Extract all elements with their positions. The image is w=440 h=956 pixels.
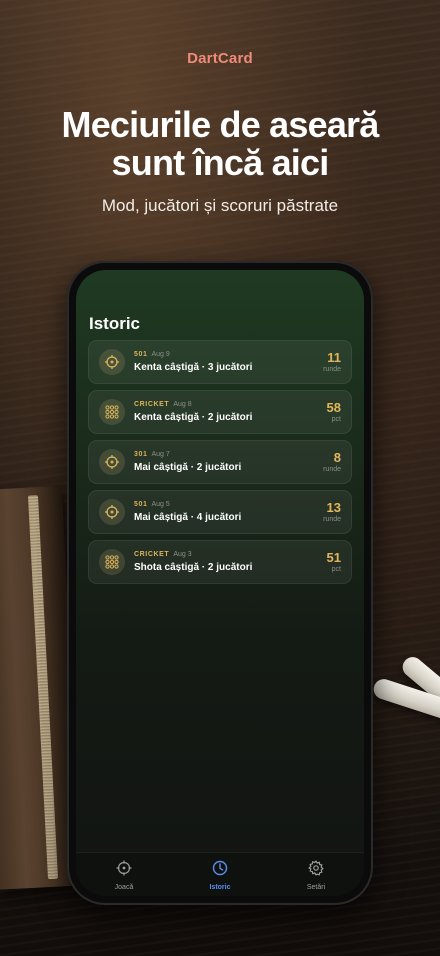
target-icon	[99, 499, 125, 525]
match-card[interactable]: 501 Aug 5 Mai câștigă · 4 jucători 13 run…	[88, 490, 352, 534]
tab-bar: Joacă Istoric Setări	[76, 852, 364, 896]
page-title: Istoric	[89, 314, 141, 333]
match-meta: CRICKET Aug 3	[134, 551, 192, 559]
grid-dots-icon	[99, 549, 125, 575]
tab-label: Istoric	[209, 884, 231, 891]
gear-icon	[308, 860, 324, 881]
subtitle: Mod, jucători și scoruri păstrate	[101, 196, 339, 215]
match-meta: 501 Aug 5	[134, 501, 170, 509]
match-mode: CRICKET	[134, 401, 170, 408]
match-meta: 301 Aug 7	[134, 451, 170, 459]
grid-dots-icon	[99, 399, 125, 425]
match-score: 8	[333, 450, 341, 465]
match-summary: Shota câștigă · 2 jucători	[134, 562, 253, 573]
match-date: Aug 9	[151, 351, 170, 358]
match-meta: CRICKET Aug 8	[134, 401, 192, 409]
match-mode: 501	[134, 501, 148, 508]
match-score-unit: pct	[331, 566, 341, 573]
headline-line-2: sunt încă aici	[111, 142, 330, 183]
tab-setari[interactable]: Setări	[268, 853, 364, 896]
match-score-unit: pct	[331, 416, 341, 423]
match-mode: 501	[134, 351, 148, 358]
app-screen: Istoric 501 Aug 9 Kenta câștigă · 3 jucăt…	[76, 270, 364, 896]
match-summary: Kenta câștigă · 2 jucători	[134, 412, 253, 423]
match-date: Aug 7	[151, 451, 170, 458]
headline: Meciurile de aseară sunt încă aici	[0, 106, 440, 182]
match-mode: 301	[134, 451, 148, 458]
phone-mockup: Istoric 501 Aug 9 Kenta câștigă · 3 jucăt…	[67, 261, 373, 905]
brand-name: DartCard	[187, 50, 253, 67]
target-icon	[99, 349, 125, 375]
match-meta: 501 Aug 9	[134, 351, 170, 359]
match-score-unit: runde	[323, 366, 341, 373]
match-date: Aug 5	[151, 501, 170, 508]
match-score: 11	[327, 350, 341, 365]
match-score: 13	[326, 500, 341, 515]
match-score-unit: runde	[323, 516, 341, 523]
headline-line-1: Meciurile de aseară	[61, 104, 380, 145]
tab-label: Setări	[306, 884, 326, 891]
match-history-list: 501 Aug 9 Kenta câștigă · 3 jucători 11 r…	[88, 340, 352, 590]
match-score: 51	[326, 550, 341, 565]
match-card[interactable]: CRICKET Aug 3 Shota câștigă · 2 jucători …	[88, 540, 352, 584]
match-card[interactable]: CRICKET Aug 8 Kenta câștigă · 2 jucători …	[88, 390, 352, 434]
match-card[interactable]: 501 Aug 9 Kenta câștigă · 3 jucători 11 r…	[88, 340, 352, 384]
target-icon	[116, 860, 132, 881]
match-summary: Mai câștigă · 4 jucători	[134, 512, 242, 523]
match-mode: CRICKET	[134, 551, 170, 558]
match-date: Aug 8	[173, 401, 192, 408]
target-icon	[99, 449, 125, 475]
match-score-unit: runde	[323, 466, 341, 473]
match-summary: Mai câștigă · 2 jucători	[134, 462, 242, 473]
tab-istoric[interactable]: Istoric	[172, 853, 268, 896]
clock-icon	[212, 860, 228, 881]
match-score: 58	[326, 400, 341, 415]
match-card[interactable]: 301 Aug 7 Mai câștigă · 2 jucători 8 rund…	[88, 440, 352, 484]
match-summary: Kenta câștigă · 3 jucători	[134, 362, 253, 373]
tab-joaca[interactable]: Joacă	[76, 853, 172, 896]
tab-label: Joacă	[114, 884, 134, 891]
match-date: Aug 3	[173, 551, 192, 558]
